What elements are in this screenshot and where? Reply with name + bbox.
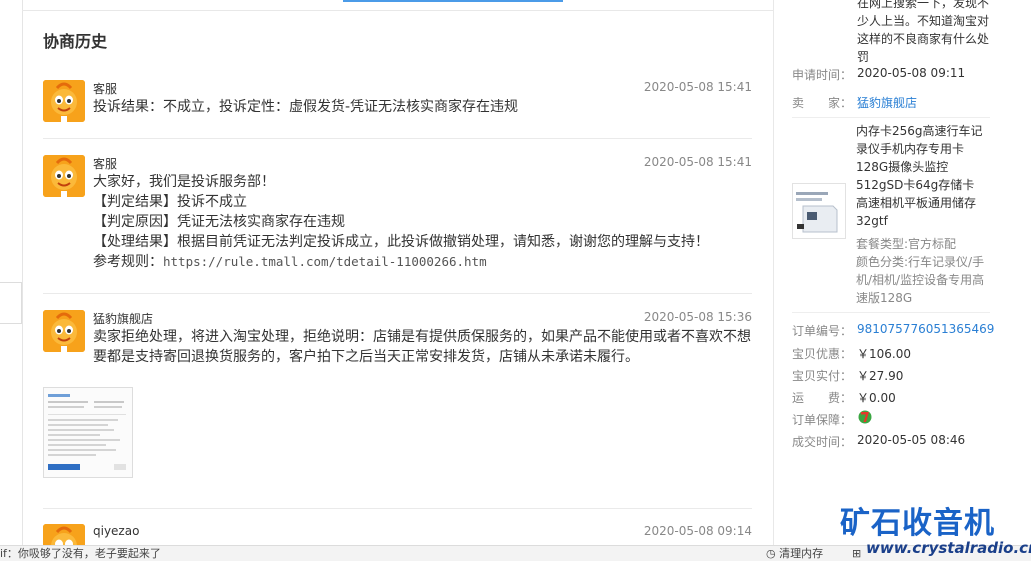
clear-memory-button[interactable]: ◷ 清理内存 bbox=[766, 546, 823, 561]
taobao-mascot-icon bbox=[43, 310, 85, 352]
taobao-mascot-icon bbox=[43, 524, 85, 545]
shipping-value: ￥0.00 bbox=[857, 391, 896, 405]
divider bbox=[792, 312, 990, 313]
watermark-url: www.crystalradio.cn bbox=[866, 539, 1031, 557]
sd-card-image bbox=[793, 184, 845, 238]
taobao-mascot-icon bbox=[43, 80, 85, 122]
seven-day-return-icon bbox=[858, 410, 872, 424]
site-watermark: 矿石收音机 bbox=[840, 506, 995, 541]
complaint-description: 在网上搜索一下，发现不少人上当。不知道淘宝对这样的不良商家有什么处罚 bbox=[857, 0, 990, 64]
divider bbox=[43, 508, 752, 509]
apply-time-label: 申请时间： bbox=[792, 68, 853, 82]
sidebar-divider bbox=[773, 0, 774, 545]
deal-time-label: 成交时间： bbox=[792, 435, 853, 449]
message-item: 客服 2020-05-08 15:41 投诉结果：不成立，投诉定性：虚假发货-凭… bbox=[43, 80, 752, 122]
message-author: qiyezao bbox=[93, 524, 140, 538]
seller-label: 卖 家： bbox=[792, 96, 853, 110]
message-time: 2020-05-08 09:14 bbox=[643, 524, 752, 538]
top-divider bbox=[22, 10, 774, 11]
avatar bbox=[43, 310, 85, 352]
discount-value: ￥106.00 bbox=[857, 347, 911, 361]
message-time: 2020-05-08 15:41 bbox=[643, 80, 752, 94]
deal-time-value: 2020-05-05 08:46 bbox=[857, 433, 966, 447]
message-time: 2020-05-08 15:41 bbox=[643, 155, 752, 169]
guarantee-icon[interactable] bbox=[858, 410, 872, 424]
product-sku: 套餐类型:官方标配 颜色分类:行车记录仪/手机/相机/监控设备专用高速版128G bbox=[856, 237, 985, 305]
product-image[interactable] bbox=[792, 183, 846, 239]
discount-label: 宝贝优惠： bbox=[792, 347, 853, 361]
order-no-label: 订单编号： bbox=[792, 324, 853, 338]
evidence-thumbnail[interactable] bbox=[43, 387, 133, 478]
divider bbox=[792, 117, 990, 118]
paid-label: 宝贝实付： bbox=[792, 369, 853, 383]
message-item: 猛豹旗舰店 2020-05-08 15:36 卖家拒绝处理，将进入淘宝处理，拒绝… bbox=[43, 310, 752, 380]
message-item: 客服 2020-05-08 15:41 大家好，我们是投诉服务部！ 【判定结果】… bbox=[43, 155, 752, 280]
order-no-link[interactable]: 981075776051365469 bbox=[857, 322, 994, 336]
product-title-link[interactable]: 内存卡256g高速行车记录仪手机内存专用卡128G摄像头监控512gSD卡64g… bbox=[856, 122, 986, 230]
seller-link[interactable]: 猛豹旗舰店 bbox=[857, 94, 917, 111]
message-author: 客服 bbox=[93, 82, 118, 96]
message-item: qiyezao 2020-05-08 09:14 bbox=[43, 524, 752, 545]
reference-link[interactable]: https://rule.tmall.com/tdetail-11000266.… bbox=[163, 254, 487, 269]
message-body: 投诉结果：不成立，投诉定性：虚假发货-凭证无法核实商家存在违规 bbox=[93, 99, 519, 115]
message-author: 客服 bbox=[93, 157, 118, 171]
guarantee-label: 订单保障： bbox=[792, 413, 853, 427]
main-panel-border bbox=[22, 0, 23, 545]
taobao-mascot-icon bbox=[43, 155, 85, 197]
reference-rule: 参考规则：https://rule.tmall.com/tdetail-1100… bbox=[93, 254, 487, 270]
screenshot-image bbox=[44, 388, 132, 477]
divider bbox=[43, 138, 752, 139]
avatar bbox=[43, 155, 85, 197]
avatar bbox=[43, 80, 85, 122]
shipping-label: 运 费： bbox=[792, 391, 853, 405]
left-collapse-tab[interactable] bbox=[0, 282, 22, 324]
clock-icon: ◷ bbox=[766, 547, 776, 560]
page-title: 协商历史 bbox=[43, 32, 108, 51]
avatar bbox=[43, 524, 85, 545]
message-author: 猛豹旗舰店 bbox=[93, 312, 154, 326]
divider bbox=[43, 293, 752, 294]
paid-value: ￥27.90 bbox=[857, 369, 904, 383]
message-body: 大家好，我们是投诉服务部！ 【判定结果】投诉不成立 【判定原因】凭证无法核实商家… bbox=[93, 172, 753, 272]
apply-time-value: 2020-05-08 09:11 bbox=[857, 66, 966, 80]
active-tab-indicator bbox=[343, 0, 563, 2]
add-icon[interactable]: ⊞ bbox=[852, 546, 861, 561]
message-body: 卖家拒绝处理，将进入淘宝处理，拒绝说明：店铺是有提供质保服务的，如果产品不能使用… bbox=[93, 329, 751, 365]
status-tip: if：你吸够了没有，老子要起来了 bbox=[0, 547, 161, 560]
message-time: 2020-05-08 15:36 bbox=[643, 310, 752, 324]
